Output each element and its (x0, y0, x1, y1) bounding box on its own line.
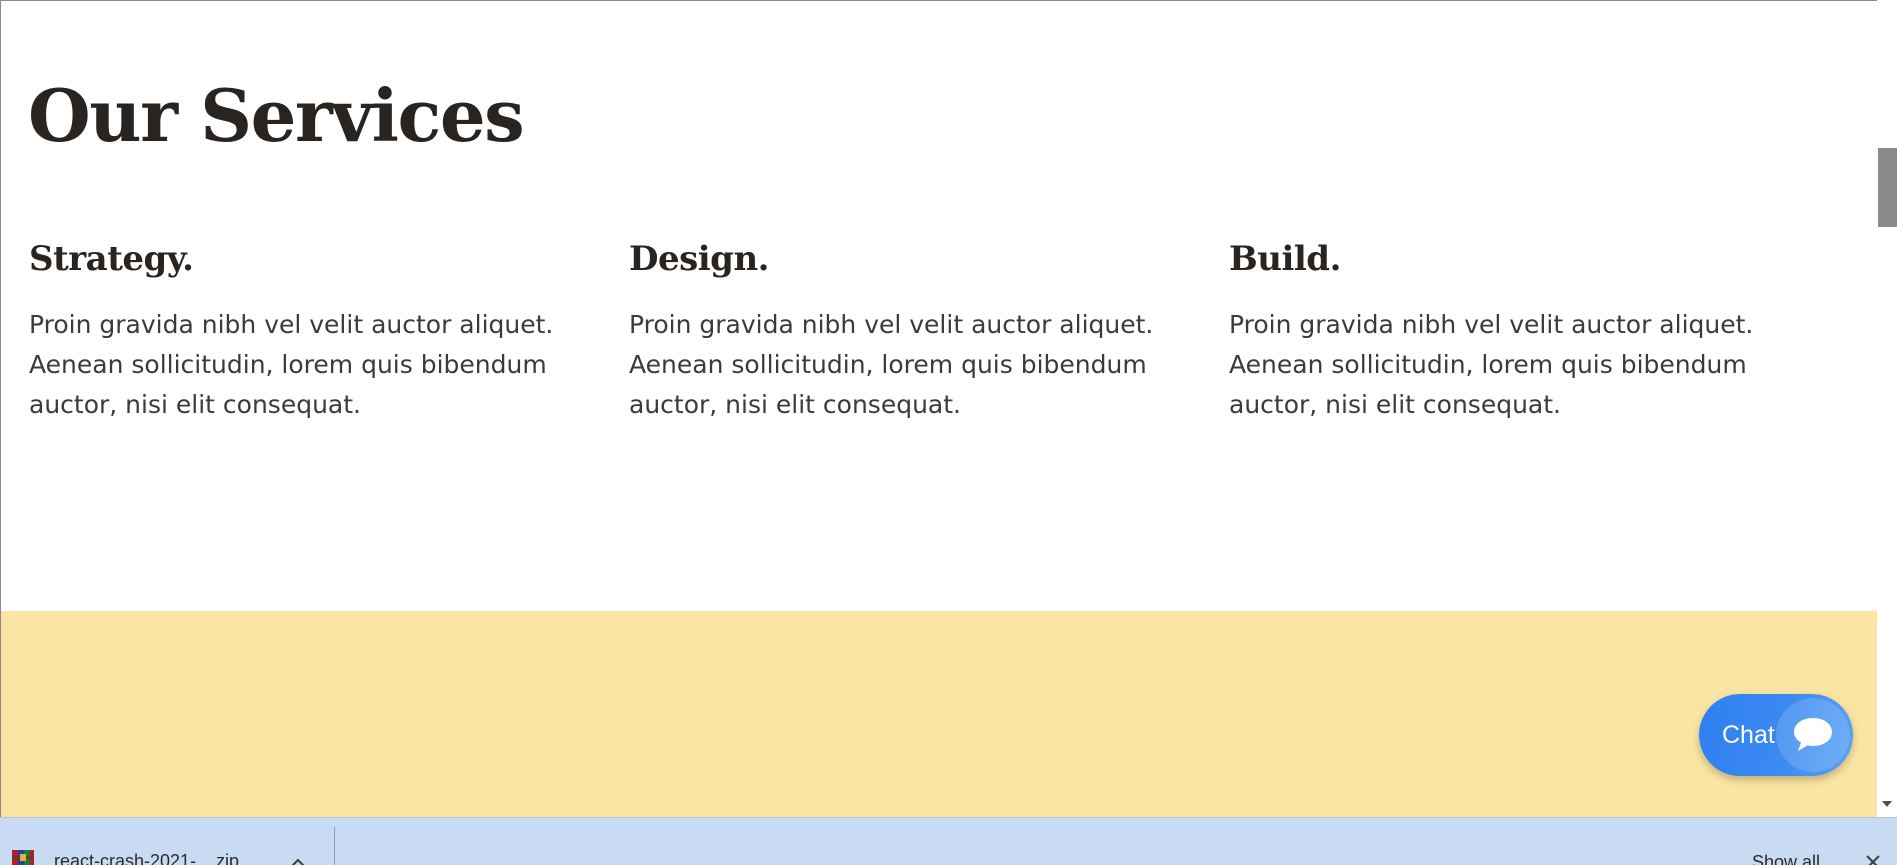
service-description: Proin gravida nibh vel velit auctor aliq… (629, 310, 1154, 419)
show-all-button[interactable]: Show all (1752, 850, 1820, 865)
scroll-down-arrow-icon[interactable] (1877, 797, 1897, 811)
scrollbar-thumb[interactable] (1878, 148, 1897, 227)
page-viewport: Our Services Strategy. Proin gravida nib… (0, 0, 1877, 817)
service-description: Proin gravida nibh vel velit auctor aliq… (29, 310, 554, 419)
download-bar: react-crash-2021-....zip Show all (0, 817, 1897, 865)
service-description: Proin gravida nibh vel velit auctor aliq… (1229, 310, 1754, 419)
services-section: Our Services Strategy. Proin gravida nib… (1, 1, 1877, 611)
close-icon[interactable] (1864, 853, 1882, 865)
download-filename: react-crash-2021-....zip (54, 851, 240, 865)
archive-file-icon (12, 850, 34, 865)
service-column-strategy: Strategy. Proin gravida nibh vel velit a… (29, 231, 589, 425)
chat-button[interactable]: Chat (1699, 694, 1853, 776)
chevron-up-icon[interactable] (290, 856, 306, 865)
service-heading: Strategy. (29, 239, 194, 279)
vertical-scrollbar[interactable] (1877, 0, 1897, 817)
service-heading: Design. (629, 239, 770, 279)
yellow-section (1, 611, 1877, 817)
service-column-design: Design. Proin gravida nibh vel velit auc… (629, 231, 1189, 425)
download-item[interactable]: react-crash-2021-....zip (0, 818, 335, 865)
services-title: Our Services (28, 73, 525, 158)
chat-label: Chat (1722, 721, 1775, 749)
speech-bubble-icon (1776, 698, 1850, 772)
service-heading: Build. (1229, 239, 1341, 279)
service-column-build: Build. Proin gravida nibh vel velit auct… (1229, 231, 1789, 425)
divider (334, 827, 335, 865)
